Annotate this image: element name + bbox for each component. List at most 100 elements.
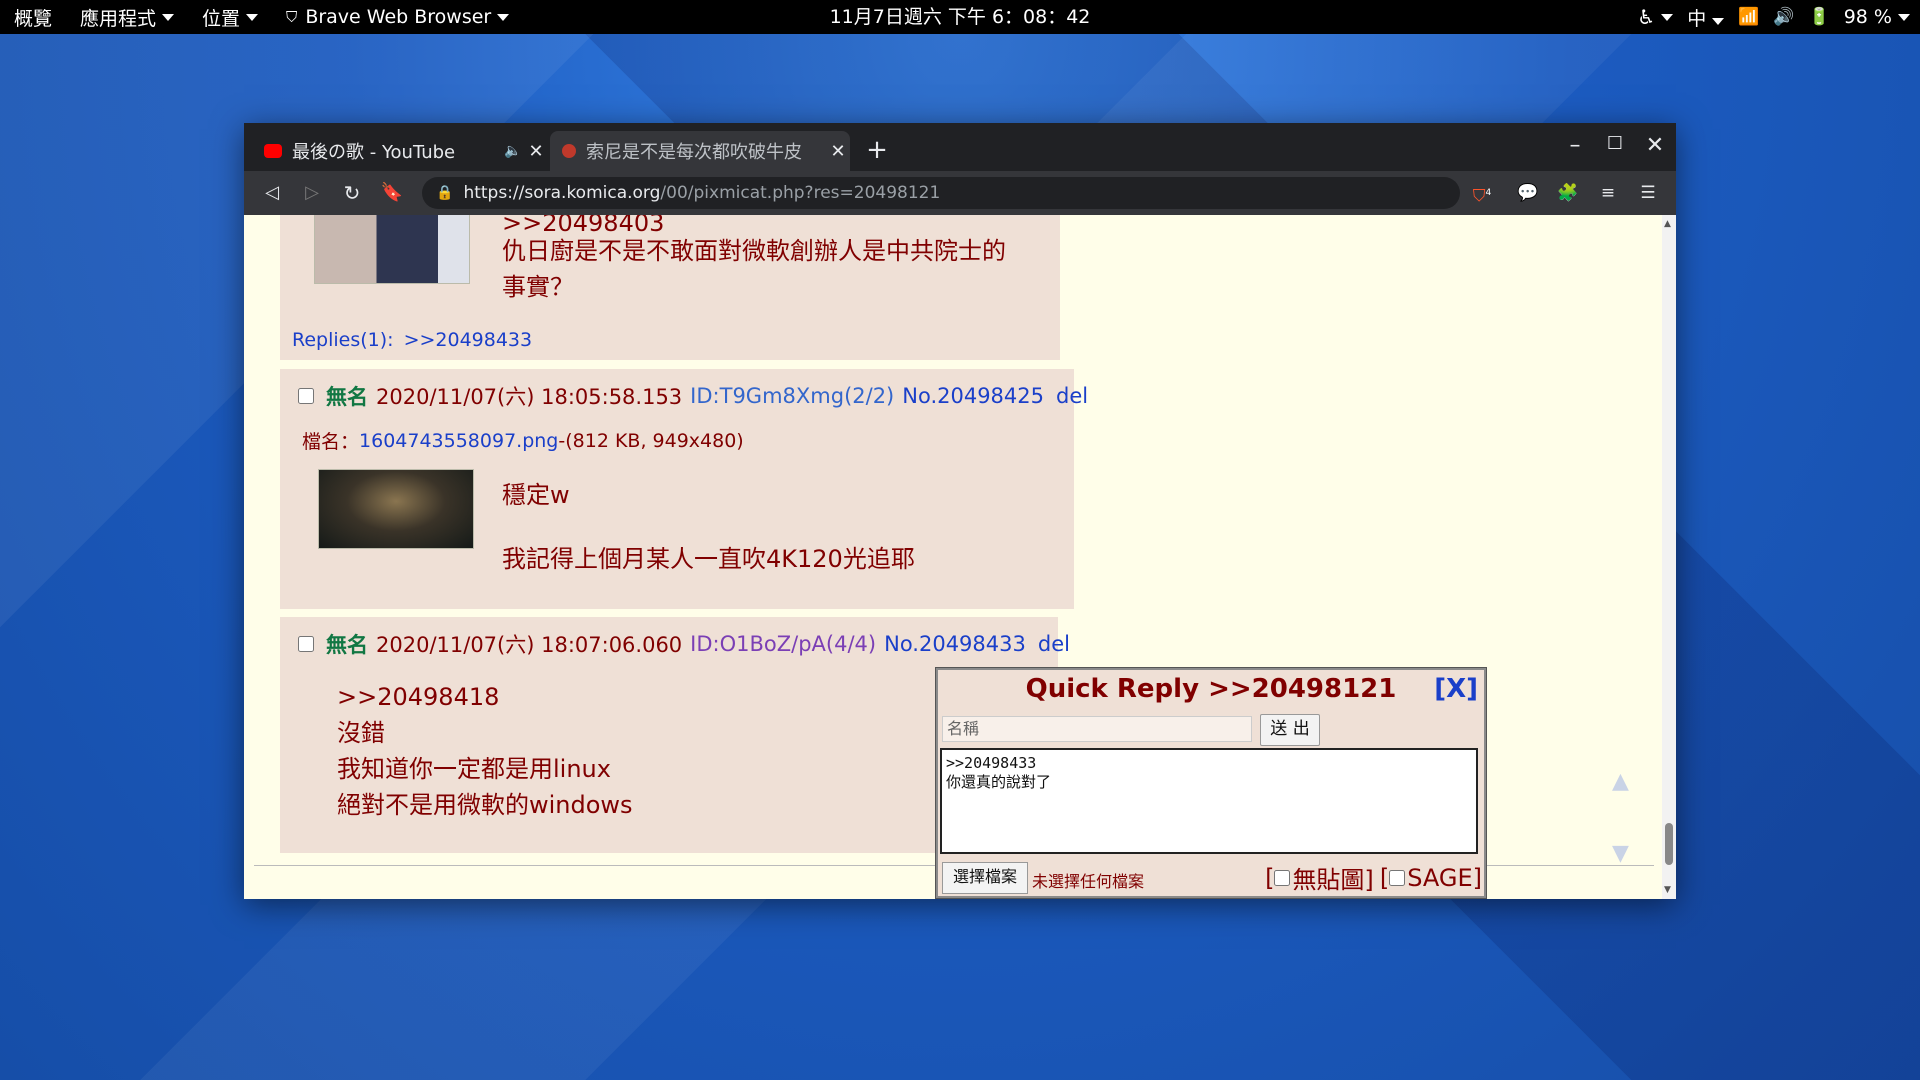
poster-id[interactable]: ID:T9Gm8Xmg(2/2) <box>690 384 894 408</box>
brave-lion-icon: ⛉ <box>286 8 298 26</box>
post-time: 2020/11/07(六) 18:07:06.060 <box>376 633 683 657</box>
url-host: https://sora.komica.org <box>463 183 661 203</box>
quick-reply-close[interactable]: [X] <box>1434 670 1478 708</box>
post-number[interactable]: No.20498425 <box>902 384 1044 408</box>
bookmark-icon[interactable]: 🔖 <box>378 179 406 207</box>
address-bar[interactable]: 🔒 https://sora.komica.org/00/pixmicat.ph… <box>422 177 1460 209</box>
chevron-down-icon <box>246 13 259 21</box>
post-line: 我記得上個月某人一直吹4K120光追耶 <box>502 545 915 573</box>
applications-label: 應用程式 <box>80 7 157 30</box>
replies-label: Replies(1): <box>292 329 394 351</box>
chat-extension-icon[interactable]: 💬 <box>1514 179 1542 207</box>
delete-link[interactable]: del <box>1038 632 1070 656</box>
replies-row: Replies(1): >>20498433 <box>292 329 532 351</box>
tab-title: 索尼是不是每次都吹破牛皮 <box>586 142 802 163</box>
file-label: 檔名： <box>302 431 360 453</box>
post-line: 絕對不是用微軟的windows <box>337 791 633 819</box>
no-file-label: 未選擇任何檔案 <box>1032 872 1145 891</box>
forward-icon[interactable]: ▷ <box>298 179 326 207</box>
scroll-up-icon[interactable]: ▲ <box>1612 769 1629 794</box>
battery-percent[interactable]: 98 % <box>1844 6 1892 28</box>
scrollbar-down-icon[interactable]: ▼ <box>1664 885 1671 895</box>
post-header: 無名 2020/11/07(六) 18:07:06.060 ID:O1BoZ/p… <box>298 629 1070 659</box>
file-meta: -(812 KB, 949x480) <box>558 429 744 452</box>
post-line: 仇日廚是不是不敢面對微軟創辦人是中共院士的 <box>502 237 1006 265</box>
post-line: 穩定w <box>502 481 570 509</box>
maximize-icon[interactable]: ☐ <box>1600 133 1630 154</box>
post-thumbnail[interactable] <box>318 469 474 549</box>
poster-name: 無名 <box>326 633 368 657</box>
accessibility-icon[interactable]: ♿ <box>1637 5 1655 29</box>
chevron-down-icon <box>1661 13 1674 21</box>
name-field[interactable]: 名稱 <box>942 716 1252 742</box>
scrollbar-thumb[interactable] <box>1665 823 1673 865</box>
no-image-label: 無貼圖] <box>1292 866 1374 894</box>
post-select-checkbox[interactable] <box>298 636 314 652</box>
app-menu-label: Brave Web Browser <box>305 6 492 28</box>
chevron-down-icon <box>162 13 175 21</box>
page-scrollbar[interactable]: ▲ ▼ <box>1662 215 1676 899</box>
poster-id[interactable]: ID:O1BoZ/pA(4/4) <box>690 632 876 656</box>
post-previous: >>20498403 仇日廚是不是不敢面對微軟創辦人是中共院士的 事實？ Rep… <box>280 215 1060 360</box>
post-line: 事實？ <box>502 273 574 301</box>
bracket: [ <box>1379 863 1390 892</box>
chevron-down-icon <box>1712 17 1725 25</box>
file-link[interactable]: 1604743558097.png <box>359 430 558 452</box>
post-20498425: 無名 2020/11/07(六) 18:05:58.153 ID:T9Gm8Xm… <box>280 369 1088 609</box>
post-number[interactable]: No.20498433 <box>884 632 1026 656</box>
speaker-icon[interactable]: 🔈 <box>502 143 524 159</box>
extensions-icon[interactable]: 🧩 <box>1554 179 1582 207</box>
send-button[interactable]: 送 出 <box>1260 714 1320 746</box>
close-tab-icon[interactable]: ✕ <box>524 141 548 162</box>
url-path: /00/pixmicat.php?res=20498121 <box>660 183 941 203</box>
post-header: 無名 2020/11/07(六) 18:05:58.153 ID:T9Gm8Xm… <box>298 381 1088 411</box>
places-menu[interactable]: 位置 <box>188 0 272 34</box>
input-method-label: 中 <box>1687 7 1707 30</box>
scroll-down-icon[interactable]: ▼ <box>1612 841 1629 866</box>
wifi-icon: 📶 <box>1738 7 1760 27</box>
close-tab-icon[interactable]: ✕ <box>826 141 850 162</box>
quick-reply-title: Quick Reply >>20498121 <box>1025 674 1397 704</box>
quick-reply-panel: Quick Reply >>20498121 [X] 名稱 送 出 >>2049… <box>936 668 1486 898</box>
app-menu[interactable]: ⛉ Brave Web Browser <box>272 0 523 34</box>
brave-shields-icon[interactable]: ⛉4 <box>1468 179 1496 207</box>
post-select-checkbox[interactable] <box>298 388 314 404</box>
komica-favicon-icon <box>562 144 576 158</box>
sage-label: SAGE] <box>1407 863 1482 892</box>
bracket: [ <box>1265 863 1275 892</box>
delete-link[interactable]: del <box>1056 384 1088 408</box>
post-options: [ 無貼圖] [ SAGE] <box>1265 860 1482 895</box>
minimize-icon[interactable]: – <box>1560 133 1590 158</box>
close-window-icon[interactable]: ✕ <box>1640 133 1670 158</box>
no-image-checkbox[interactable] <box>1274 869 1291 886</box>
scrollbar-up-icon[interactable]: ▲ <box>1664 219 1671 229</box>
tab-strip: 最後の歌 - YouTube 🔈 ✕ 索尼是不是每次都吹破牛皮 ✕ + – ☐ … <box>244 123 1676 171</box>
reply-link[interactable]: >>20498433 <box>404 329 533 351</box>
quote-link[interactable]: >>20498418 <box>337 679 499 715</box>
reload-icon[interactable]: ↻ <box>338 179 366 207</box>
post-line: 沒錯 <box>337 719 385 747</box>
tab-youtube[interactable]: 最後の歌 - YouTube 🔈 ✕ <box>252 131 548 171</box>
applications-menu[interactable]: 應用程式 <box>66 0 188 34</box>
top-bar: 概覽 應用程式 位置 ⛉ Brave Web Browser 11月7日週六 下… <box>0 0 1920 34</box>
post-time: 2020/11/07(六) 18:05:58.153 <box>376 385 683 409</box>
tab-title: 最後の歌 - YouTube <box>292 142 456 163</box>
back-icon[interactable]: ◁ <box>258 179 286 207</box>
choose-file-button[interactable]: 選擇檔案 <box>942 862 1028 894</box>
chevron-down-icon <box>1898 13 1910 21</box>
file-info: 檔名： 1604743558097.png -(812 KB, 949x480) <box>302 427 744 454</box>
sage-checkbox[interactable] <box>1389 869 1406 886</box>
comment-textarea[interactable]: >>20498433 你還真的說對了 <box>940 748 1478 854</box>
activities-button[interactable]: 概覽 <box>0 0 66 34</box>
new-tab-button[interactable]: + <box>862 135 892 165</box>
activities-label: 概覽 <box>14 7 53 30</box>
media-queue-icon[interactable]: ≡ <box>1594 179 1622 207</box>
post-thumbnail[interactable] <box>314 215 470 284</box>
input-method-indicator[interactable]: 中 <box>1687 4 1725 31</box>
tab-komica[interactable]: 索尼是不是每次都吹破牛皮 ✕ <box>550 131 850 171</box>
browser-toolbar: ◁ ▷ ↻ 🔖 🔒 https://sora.komica.org/00/pix… <box>244 171 1676 215</box>
volume-icon: 🔊 <box>1773 7 1795 27</box>
youtube-icon <box>264 144 282 158</box>
places-label: 位置 <box>202 7 241 30</box>
menu-icon[interactable]: ☰ <box>1634 179 1662 207</box>
